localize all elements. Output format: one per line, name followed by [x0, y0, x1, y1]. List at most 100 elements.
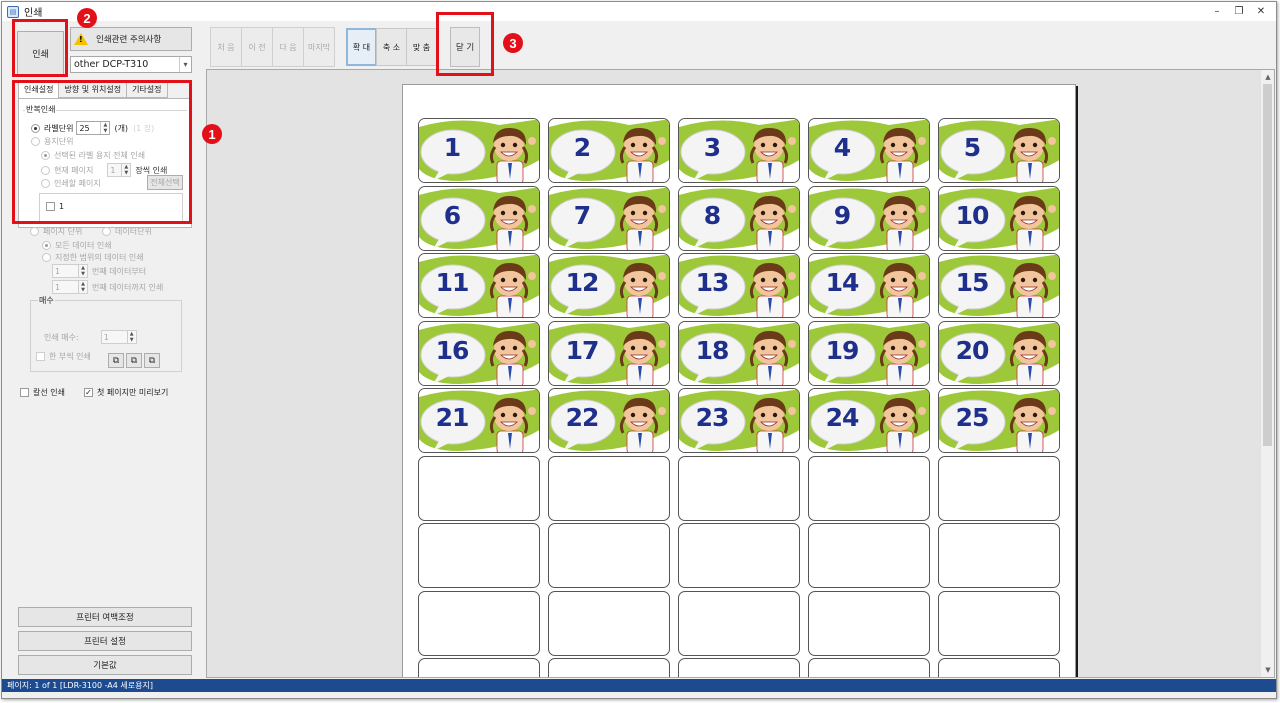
first-page-preview-checkbox[interactable]: ✓ — [84, 388, 93, 397]
next-page-button[interactable]: 다 음 — [272, 27, 304, 67]
print-notice-label: 인쇄관련 주의사항 — [96, 35, 162, 45]
copies-stepper[interactable]: 1 ▲ ▼ — [100, 330, 137, 344]
label-cell — [678, 658, 800, 677]
label-cell — [808, 590, 930, 656]
range-from-stepper[interactable]: 1 ▲ ▼ — [52, 264, 88, 278]
label-number: 25 — [955, 403, 990, 432]
stepper-arrows-icon[interactable]: ▲ ▼ — [78, 265, 87, 277]
all-data-row: 모든 데이터 인쇄 — [42, 240, 112, 251]
title-bar: ▤ 인쇄 – ❐ ✕ — [2, 2, 1276, 21]
print-notice-button[interactable]: 인쇄관련 주의사항 — [70, 27, 192, 51]
label-number: 3 — [703, 133, 721, 162]
vertical-scrollbar[interactable]: ▲ ▼ — [1260, 70, 1274, 677]
minimize-button[interactable]: – — [1206, 2, 1228, 21]
label-cell — [418, 455, 540, 521]
label-cell: 9 — [808, 185, 930, 251]
label-cell: 7 — [548, 185, 670, 251]
page-unit-radio[interactable] — [30, 227, 39, 236]
printer-margin-button[interactable]: 프린터 여백조정 — [18, 607, 192, 627]
label-cell — [938, 658, 1060, 677]
label-number: 1 — [443, 133, 461, 162]
all-data-text: 모든 데이터 인쇄 — [55, 241, 112, 250]
printer-settings-button[interactable]: 프린터 설정 — [18, 631, 192, 651]
first-page-preview-text: 첫 페이지만 미리보기 — [97, 388, 169, 397]
label-number: 6 — [443, 200, 461, 230]
label-cell: 22 — [548, 388, 670, 453]
label-number: 21 — [435, 403, 470, 432]
copies-row: 인쇄 매수: 1 ▲ ▼ — [44, 330, 137, 344]
label-cell — [548, 658, 670, 677]
label-cell — [938, 455, 1060, 521]
label-cell: 10 — [938, 185, 1060, 251]
range-to-stepper[interactable]: 1 ▲ ▼ — [52, 280, 88, 294]
label-cell: 2 — [548, 118, 670, 183]
copies-group-label: 매수 — [38, 295, 55, 306]
label-number: 12 — [565, 268, 600, 297]
zoom-in-button[interactable]: 확 대 — [346, 28, 377, 66]
page-unit-text: 페이지 단위 — [43, 227, 83, 236]
label-number: 11 — [435, 268, 470, 297]
collate-icon-3[interactable]: ⧉ — [144, 353, 160, 368]
label-number: 17 — [565, 335, 600, 365]
window-title: 인쇄 — [24, 8, 43, 19]
label-cell: 6 — [418, 185, 540, 251]
restore-button[interactable]: ❐ — [1228, 2, 1250, 21]
last-page-button[interactable]: 마지막 — [303, 27, 335, 67]
status-bar: 페이지: 1 of 1 [LDR-3100 -A4 세로용지] — [2, 679, 1276, 692]
app-icon: ▤ — [7, 5, 19, 18]
collate-icon-1[interactable]: ⧉ — [108, 353, 124, 368]
range-from-row: 1 ▲ ▼ 번째 데이터부터 — [52, 264, 146, 278]
range-from-suffix: 번째 데이터부터 — [92, 266, 147, 276]
range-data-row: 지정한 범위의 데이터 인쇄 — [42, 252, 144, 263]
label-cell: 24 — [808, 388, 930, 453]
close-window-button[interactable]: ✕ — [1250, 2, 1272, 21]
defaults-button[interactable]: 기본값 — [18, 655, 192, 675]
label-number: 8 — [703, 200, 721, 230]
prev-page-button[interactable]: 이 전 — [241, 27, 273, 67]
label-cell — [548, 455, 670, 521]
preview-toolbar: 처 음 이 전 다 음 마지막 확 대 축 소 맞 춤 닫 기 — [204, 21, 1276, 69]
range-to-row: 1 ▲ ▼ 번째 데이터까지 인쇄 — [52, 280, 163, 294]
first-page-button[interactable]: 처 음 — [210, 27, 242, 67]
range-to-suffix: 번째 데이터까지 인쇄 — [92, 282, 164, 292]
all-data-radio[interactable] — [42, 241, 51, 250]
label-cell: 23 — [678, 388, 800, 453]
label-cell: 19 — [808, 320, 930, 386]
fit-button[interactable]: 맞 춤 — [406, 28, 437, 66]
scroll-thumb[interactable] — [1263, 84, 1272, 446]
label-cell: 17 — [548, 320, 670, 386]
annotation-marker-1: 1 — [202, 124, 222, 144]
stepper-arrows-icon[interactable]: ▲ ▼ — [78, 281, 87, 293]
stepper-arrows-icon[interactable]: ▲ ▼ — [126, 331, 136, 343]
print-preview-area: 1 2 3 4 5 6 7 8 9 10 11 12 13 14 15 16 17 18 19 20 21 22 23 24 2… — [206, 69, 1275, 678]
data-unit-radio[interactable] — [102, 227, 111, 236]
label-cell — [938, 523, 1060, 588]
one-by-one-row: 한 부씩 인쇄 — [36, 351, 91, 362]
label-number: 19 — [825, 335, 860, 365]
cut-line-checkbox[interactable] — [20, 388, 29, 397]
chevron-down-icon[interactable]: ▾ — [179, 57, 191, 72]
label-cell — [548, 523, 670, 588]
scroll-up-icon[interactable]: ▲ — [1261, 70, 1274, 84]
label-cell — [418, 523, 540, 588]
print-window: ▤ 인쇄 – ❐ ✕ 인쇄 인쇄관련 주의사항 other DCP-T310 ▾… — [1, 1, 1277, 699]
label-cell: 15 — [938, 253, 1060, 318]
label-number: 18 — [695, 335, 730, 365]
label-number: 23 — [695, 403, 730, 432]
range-to-value: 1 — [55, 282, 61, 292]
collate-icon-2[interactable]: ⧉ — [126, 353, 142, 368]
range-data-radio[interactable] — [42, 253, 51, 262]
zoom-group: 확 대 축 소 맞 춤 — [346, 26, 437, 68]
label-number: 16 — [435, 335, 470, 365]
printer-select[interactable]: other DCP-T310 ▾ — [70, 56, 192, 73]
cut-line-row: 칼선 인쇄 — [20, 387, 65, 398]
one-by-one-text: 한 부씩 인쇄 — [49, 352, 91, 361]
annotation-marker-2: 2 — [77, 8, 97, 28]
copies-label: 인쇄 매수: — [44, 332, 79, 342]
first-page-preview-row: ✓ 첫 페이지만 미리보기 — [84, 387, 168, 398]
page-nav-group: 처 음 이 전 다 음 마지막 — [210, 27, 335, 67]
zoom-out-button[interactable]: 축 소 — [376, 28, 407, 66]
label-cell: 20 — [938, 320, 1060, 386]
one-by-one-checkbox[interactable] — [36, 352, 45, 361]
scroll-down-icon[interactable]: ▼ — [1261, 663, 1274, 677]
